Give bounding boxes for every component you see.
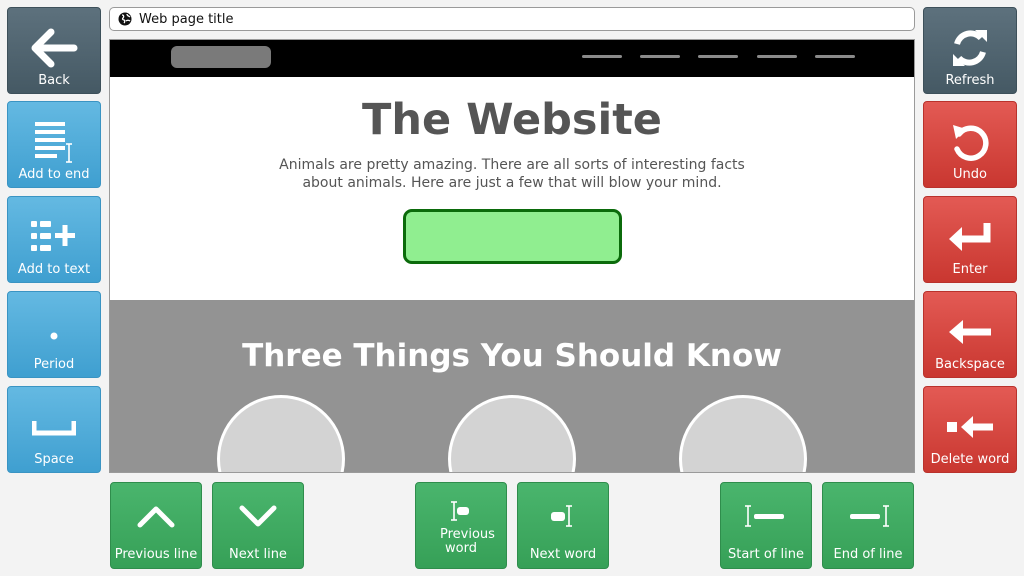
backspace-label: Backspace <box>935 357 1005 372</box>
globe-icon <box>118 12 132 26</box>
end-of-line-label: End of line <box>833 547 903 562</box>
cursor-line-end-icon <box>823 491 913 541</box>
next-line-button[interactable]: Next line <box>212 482 304 569</box>
delete-word-icon <box>924 397 1016 457</box>
chevron-down-icon <box>213 491 303 541</box>
fact-circle-2 <box>448 395 576 472</box>
cursor-line-start-icon <box>721 491 811 541</box>
space-label: Space <box>34 452 74 467</box>
back-button[interactable]: Back <box>7 7 101 94</box>
nav-link-5[interactable] <box>815 55 855 58</box>
nav-link-4[interactable] <box>757 55 797 58</box>
add-to-text-label: Add to text <box>17 262 91 277</box>
back-label: Back <box>38 73 70 88</box>
nav-link-2[interactable] <box>640 55 680 58</box>
add-to-end-label: Add to end <box>18 167 90 182</box>
next-line-label: Next line <box>229 547 287 562</box>
nav-link-3[interactable] <box>698 55 738 58</box>
add-to-text-button[interactable]: Add to text <box>7 196 101 283</box>
space-bar-icon <box>8 397 100 457</box>
start-of-line-button[interactable]: Start of line <box>720 482 812 569</box>
previous-line-button[interactable]: Previous line <box>110 482 202 569</box>
cursor-word-right-icon <box>518 491 608 541</box>
refresh-icon <box>924 18 1016 78</box>
page-title-bar: Web page title <box>109 7 915 31</box>
hero-section: The Website Animals are pretty amazing. … <box>110 77 914 300</box>
next-word-button[interactable]: Next word <box>517 482 609 569</box>
delete-word-button[interactable]: Delete word <box>923 386 1017 473</box>
site-navbar <box>110 40 914 77</box>
chevron-up-icon <box>111 491 201 541</box>
hero-cta-button[interactable] <box>403 209 622 264</box>
cursor-word-left-icon <box>416 491 506 531</box>
end-of-line-button[interactable]: End of line <box>822 482 914 569</box>
web-viewport[interactable]: The Website Animals are pretty amazing. … <box>109 39 915 473</box>
enter-label: Enter <box>952 262 988 277</box>
page-title: Web page title <box>139 11 234 27</box>
site-logo[interactable] <box>171 46 271 68</box>
site-heading: The Website <box>362 95 662 145</box>
fact-circle-1 <box>217 395 345 472</box>
previous-word-button[interactable]: Previous word <box>415 482 507 569</box>
undo-button[interactable]: Undo <box>923 101 1017 188</box>
previous-line-label: Previous line <box>114 547 198 562</box>
add-to-end-button[interactable]: Add to end <box>7 101 101 188</box>
backspace-button[interactable]: Backspace <box>923 291 1017 378</box>
period-label: Period <box>33 357 75 372</box>
fact-circle-3 <box>679 395 807 472</box>
backspace-icon <box>924 302 1016 362</box>
delete-word-label: Delete word <box>930 452 1010 467</box>
period-button[interactable]: Period <box>7 291 101 378</box>
period-icon <box>8 302 100 362</box>
nav-link-1[interactable] <box>582 55 622 58</box>
undo-icon <box>924 112 1016 172</box>
refresh-button[interactable]: Refresh <box>923 7 1017 94</box>
enter-button[interactable]: Enter <box>923 196 1017 283</box>
previous-word-label: Previous word <box>440 527 495 556</box>
site-intro: Animals are pretty amazing. There are al… <box>279 157 745 191</box>
undo-label: Undo <box>953 167 987 182</box>
start-of-line-label: Start of line <box>727 547 804 562</box>
space-button[interactable]: Space <box>7 386 101 473</box>
refresh-label: Refresh <box>945 73 995 88</box>
enter-icon <box>924 207 1016 267</box>
facts-section: Three Things You Should Know <box>110 300 914 472</box>
arrow-left-icon <box>8 18 100 78</box>
section-heading: Three Things You Should Know <box>242 338 782 374</box>
next-word-label: Next word <box>529 547 597 562</box>
lines-cursor-icon <box>8 112 100 172</box>
lines-plus-icon <box>8 207 100 267</box>
